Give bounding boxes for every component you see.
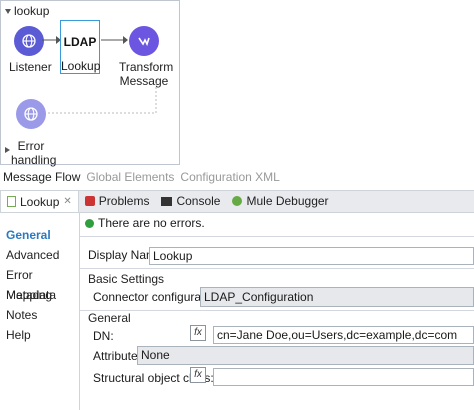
tab-global-elements[interactable]: Global Elements (86, 170, 174, 184)
console-icon (161, 196, 173, 206)
dn-input[interactable]: cn=Jane Doe,ou=Users,dc=example,dc=com (213, 326, 474, 344)
basic-settings-title: Basic Settings (88, 272, 165, 286)
error-label-2: handling (11, 153, 57, 167)
error-connector (46, 83, 157, 114)
general-title: General (88, 311, 131, 325)
flow-header[interactable]: lookup (5, 4, 49, 18)
nav-general[interactable]: General (0, 225, 79, 245)
flow-name: lookup (14, 4, 50, 18)
divider (80, 310, 474, 311)
divider (80, 236, 474, 237)
tab-configuration-xml[interactable]: Configuration XML (180, 170, 279, 184)
nav-error-mapping[interactable]: Error Mapping (0, 265, 79, 302)
tab-debugger-label: Mule Debugger (246, 194, 329, 208)
component-icon (7, 196, 16, 207)
connector-config-select[interactable]: LDAP_Configuration (200, 287, 474, 307)
ldap-lookup-node[interactable]: LDAP Lookup (60, 20, 100, 74)
tab-lookup[interactable]: Lookup ✕ (0, 190, 79, 212)
success-icon (85, 218, 94, 228)
tab-console[interactable]: Console (155, 190, 226, 212)
status-text: There are no errors. (98, 216, 205, 230)
tab-problems-label: Problems (98, 194, 150, 208)
nav-advanced[interactable]: Advanced (0, 245, 79, 265)
divider (80, 268, 474, 269)
ldap-title: LDAP (63, 35, 97, 49)
flow-canvas: lookup Listener LDAP Lookup Transform Me… (0, 0, 180, 167)
error-label-1: Error (17, 139, 45, 153)
flow-view-tabs: Message Flow Global Elements Configurati… (3, 170, 280, 184)
collapse-icon[interactable] (5, 8, 11, 14)
fx-toggle-button[interactable]: fx (190, 325, 206, 341)
status-message: There are no errors. (85, 216, 205, 230)
structural-class-input[interactable] (213, 368, 474, 386)
properties-nav: General Advanced Error Mapping Metadata … (0, 213, 80, 410)
tab-message-flow[interactable]: Message Flow (3, 170, 80, 184)
listener-node[interactable]: Listener (9, 26, 52, 74)
editor-tab-bar: Lookup ✕ Problems Console Mule Debugger (0, 190, 474, 213)
dn-row: DN: (93, 329, 114, 343)
problems-icon (84, 196, 95, 206)
close-icon[interactable]: ✕ (63, 196, 71, 207)
dn-label: DN: (93, 329, 114, 343)
tab-mule-debugger[interactable]: Mule Debugger (226, 190, 334, 212)
globe-icon (16, 99, 46, 129)
transform-message-node[interactable]: Transform Message (119, 26, 174, 88)
debugger-icon (232, 196, 243, 206)
tab-console-label: Console (176, 194, 221, 208)
transform-icon (129, 26, 159, 56)
attributes-select[interactable]: None (137, 346, 474, 365)
error-handling-node[interactable]: Error handling (11, 99, 57, 167)
fx-toggle-button[interactable]: fx (190, 367, 206, 383)
display-name-input[interactable]: Lookup (149, 247, 474, 265)
flow-arrow (42, 36, 61, 44)
expand-icon[interactable] (5, 147, 10, 153)
nav-help[interactable]: Help (0, 325, 79, 345)
globe-icon (14, 26, 44, 56)
listener-label: Listener (9, 60, 52, 74)
tab-lookup-label: Lookup (20, 194, 60, 209)
lookup-label: Lookup (61, 59, 101, 73)
nav-notes[interactable]: Notes (0, 305, 79, 325)
nav-metadata[interactable]: Metadata (0, 285, 79, 305)
tab-problems[interactable]: Problems (79, 190, 156, 212)
transform-label-1: Transform (119, 60, 174, 74)
